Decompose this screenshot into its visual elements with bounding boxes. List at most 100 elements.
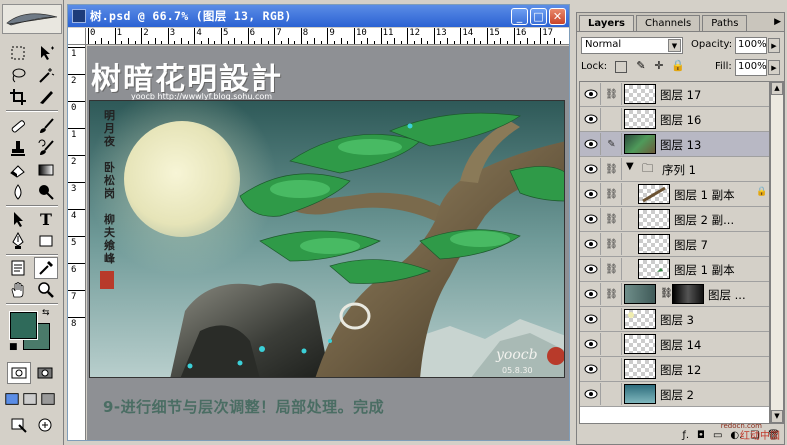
lock-paint-icon[interactable]: ✎: [635, 60, 647, 72]
slice-tool-icon[interactable]: [34, 86, 58, 108]
visibility-eye-icon[interactable]: [581, 358, 601, 380]
visibility-eye-icon[interactable]: [581, 158, 601, 180]
canvas-area[interactable]: 树暗花明設計 yoocb http://wwwlyf.blog.sohu.com: [87, 46, 569, 440]
link-icon[interactable]: ⛓: [602, 283, 622, 305]
layer-row[interactable]: 图层 14: [580, 332, 769, 357]
shape-tool-icon[interactable]: [34, 230, 58, 252]
new-set-icon[interactable]: ▭: [713, 430, 722, 441]
jump-to-imageready-icon[interactable]: [7, 414, 31, 436]
layer-mask-thumbnail[interactable]: [672, 284, 704, 304]
close-button[interactable]: ✕: [549, 8, 566, 25]
tab-paths[interactable]: Paths: [702, 15, 748, 31]
standard-mode-icon[interactable]: [7, 362, 31, 384]
path-selection-tool-icon[interactable]: [6, 208, 30, 230]
visibility-eye-icon[interactable]: [581, 108, 601, 130]
swap-colors-icon[interactable]: ⇆: [42, 308, 50, 318]
link-icon[interactable]: ⛓: [602, 258, 622, 280]
link-empty[interactable]: [602, 108, 622, 130]
lock-position-icon[interactable]: ✛: [653, 60, 665, 72]
clone-stamp-tool-icon[interactable]: [6, 137, 30, 159]
visibility-eye-icon[interactable]: [581, 258, 601, 280]
visibility-eye-icon[interactable]: [581, 308, 601, 330]
layer-row[interactable]: ⛓ 图层 1 副本 🔒: [580, 182, 769, 207]
layer-row[interactable]: ⛓ ⛓ 图层 ...: [580, 282, 769, 307]
healing-brush-tool-icon[interactable]: [6, 115, 30, 137]
full-screen-menubar-icon[interactable]: [22, 388, 38, 410]
magic-wand-tool-icon[interactable]: [34, 64, 58, 86]
mask-link-icon[interactable]: ⛓: [660, 288, 673, 299]
blur-tool-icon[interactable]: [6, 181, 30, 203]
lasso-tool-icon[interactable]: [6, 64, 30, 86]
layer-row[interactable]: 图层 12: [580, 357, 769, 382]
layer-row[interactable]: 图层 16: [580, 107, 769, 132]
visibility-eye-icon[interactable]: [581, 208, 601, 230]
crop-tool-icon[interactable]: [6, 86, 30, 108]
notes-tool-icon[interactable]: [6, 257, 30, 279]
lock-transparency-icon[interactable]: [615, 61, 627, 73]
layer-row[interactable]: ⛓ 图层 7: [580, 232, 769, 257]
visibility-eye-icon[interactable]: [581, 283, 601, 305]
visibility-eye-icon[interactable]: [581, 333, 601, 355]
add-mask-icon[interactable]: ◘: [697, 430, 705, 441]
eraser-tool-icon[interactable]: [6, 159, 30, 181]
brush-icon[interactable]: ✎: [602, 133, 622, 155]
quick-mask-mode-icon[interactable]: [33, 362, 57, 384]
fill-slider-arrow[interactable]: ▶: [768, 60, 780, 75]
layer-row[interactable]: 图层 3: [580, 307, 769, 332]
minimize-button[interactable]: _: [511, 8, 528, 25]
tab-layers[interactable]: Layers: [579, 15, 634, 31]
link-empty[interactable]: [602, 358, 622, 380]
standard-screen-mode-icon[interactable]: [4, 388, 20, 410]
move-tool-icon[interactable]: [34, 42, 58, 64]
full-screen-mode-icon[interactable]: [40, 388, 56, 410]
layer-row[interactable]: ⛓ 图层 17: [580, 82, 769, 107]
link-icon[interactable]: ⛓: [602, 183, 622, 205]
link-icon[interactable]: ⛓: [602, 83, 622, 105]
lock-all-icon[interactable]: 🔒: [671, 60, 685, 72]
scroll-down-icon[interactable]: ▼: [771, 410, 783, 423]
default-colors-icon[interactable]: ■: [9, 342, 18, 352]
vertical-ruler[interactable]: 1 2 0 1 2 3 4 5 6 7 8: [68, 45, 86, 440]
layer-row[interactable]: ✎ 图层 13: [580, 132, 769, 157]
link-icon[interactable]: ⛓: [602, 158, 622, 180]
visibility-eye-icon[interactable]: [581, 183, 601, 205]
expand-group-icon[interactable]: ▼: [626, 161, 634, 172]
hand-tool-icon[interactable]: [6, 279, 30, 301]
layer-style-icon[interactable]: ƒ.: [682, 430, 689, 441]
marquee-tool-icon[interactable]: [6, 42, 30, 64]
opacity-field[interactable]: 100%: [735, 37, 767, 54]
visibility-eye-icon[interactable]: [581, 233, 601, 255]
imageready-icon[interactable]: [33, 414, 57, 436]
link-icon[interactable]: ⛓: [602, 208, 622, 230]
horizontal-ruler[interactable]: 0 1 2 3 4 5 6 7 8 9 10 11 12 13 14 15 16 17: [86, 28, 569, 45]
maximize-button[interactable]: □: [530, 8, 547, 25]
type-tool-icon[interactable]: T: [34, 208, 58, 230]
opacity-slider-arrow[interactable]: ▶: [768, 38, 780, 53]
blend-mode-select[interactable]: Normal ▼: [581, 37, 683, 54]
pen-tool-icon[interactable]: [6, 230, 30, 252]
tab-channels[interactable]: Channels: [636, 15, 701, 31]
dodge-tool-icon[interactable]: [34, 181, 58, 203]
photoshop-feather-logo[interactable]: [2, 4, 62, 34]
visibility-eye-icon[interactable]: [581, 83, 601, 105]
document-titlebar[interactable]: 树.psd @ 66.7% (图层 13, RGB) _ □ ✕: [68, 5, 569, 27]
visibility-eye-icon[interactable]: [581, 133, 601, 155]
foreground-color-swatch[interactable]: [9, 311, 38, 340]
palette-menu-icon[interactable]: ▶: [774, 17, 781, 27]
visibility-eye-icon[interactable]: [581, 383, 601, 405]
gradient-tool-icon[interactable]: [34, 159, 58, 181]
layer-row[interactable]: ⛓ ▼ 🗀 序列 1: [580, 157, 769, 182]
link-icon[interactable]: ⛓: [602, 233, 622, 255]
brush-tool-icon[interactable]: [34, 115, 58, 137]
history-brush-tool-icon[interactable]: [34, 137, 58, 159]
zoom-tool-icon[interactable]: [34, 279, 58, 301]
link-empty[interactable]: [602, 308, 622, 330]
layers-scrollbar[interactable]: ▲ ▼: [770, 81, 784, 424]
eyedropper-tool-icon[interactable]: [34, 257, 58, 279]
ruler-origin[interactable]: [68, 28, 86, 45]
link-empty[interactable]: [602, 333, 622, 355]
scroll-up-icon[interactable]: ▲: [771, 82, 783, 95]
layer-row[interactable]: ⛓ 图层 1 副本: [580, 257, 769, 282]
fill-field[interactable]: 100%: [735, 59, 767, 76]
layer-row[interactable]: 图层 2: [580, 382, 769, 407]
